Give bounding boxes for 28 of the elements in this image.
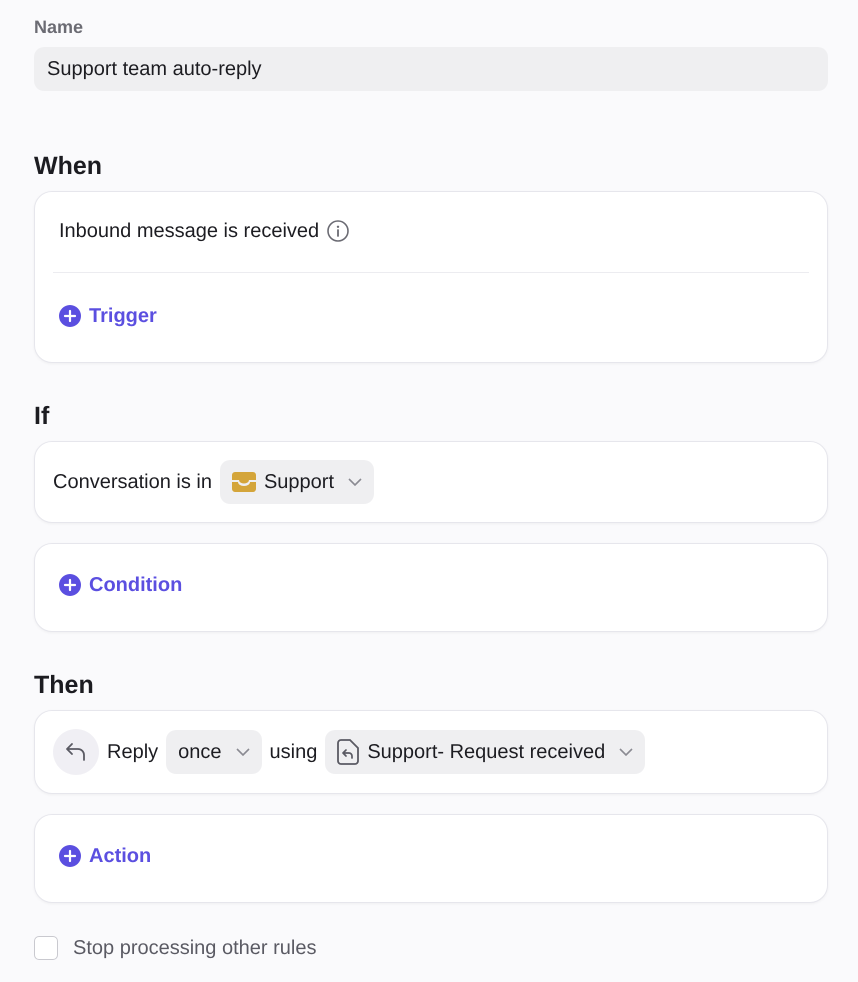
inbox-dropdown[interactable]: Support: [220, 460, 374, 504]
reply-icon: [65, 742, 87, 762]
field-label: Name: [34, 16, 84, 39]
reply-button[interactable]: [53, 729, 99, 775]
add-button[interactable]: Action: [59, 841, 152, 871]
name-field[interactable]: Support team auto-reply: [34, 47, 828, 91]
plus-icon: [59, 305, 81, 327]
chevron-down-icon: [619, 748, 634, 756]
add-button[interactable]: Trigger: [59, 301, 157, 331]
info-icon[interactable]: [327, 220, 350, 242]
plus-icon: [59, 845, 81, 867]
condition-text: Conversation is in: [53, 470, 212, 495]
action-text: Reply: [107, 740, 158, 765]
template-icon: [337, 739, 360, 765]
section-heading: Then: [34, 670, 95, 700]
section-heading: When: [34, 151, 104, 181]
inbox-icon: [232, 472, 256, 492]
add-button[interactable]: Condition: [59, 570, 182, 600]
trigger-text: Inbound message is received: [59, 219, 320, 244]
checkbox-label: Stop processing other rules: [73, 936, 316, 961]
checkbox[interactable]: [34, 936, 58, 960]
frequency-dropdown[interactable]: once: [166, 730, 262, 774]
chevron-down-icon: [236, 748, 250, 756]
plus-icon: [59, 574, 81, 596]
section-heading: If: [34, 401, 50, 431]
action-text: using: [270, 740, 318, 765]
template-dropdown[interactable]: Support- Request received: [325, 730, 646, 774]
chevron-down-icon: [348, 478, 362, 486]
